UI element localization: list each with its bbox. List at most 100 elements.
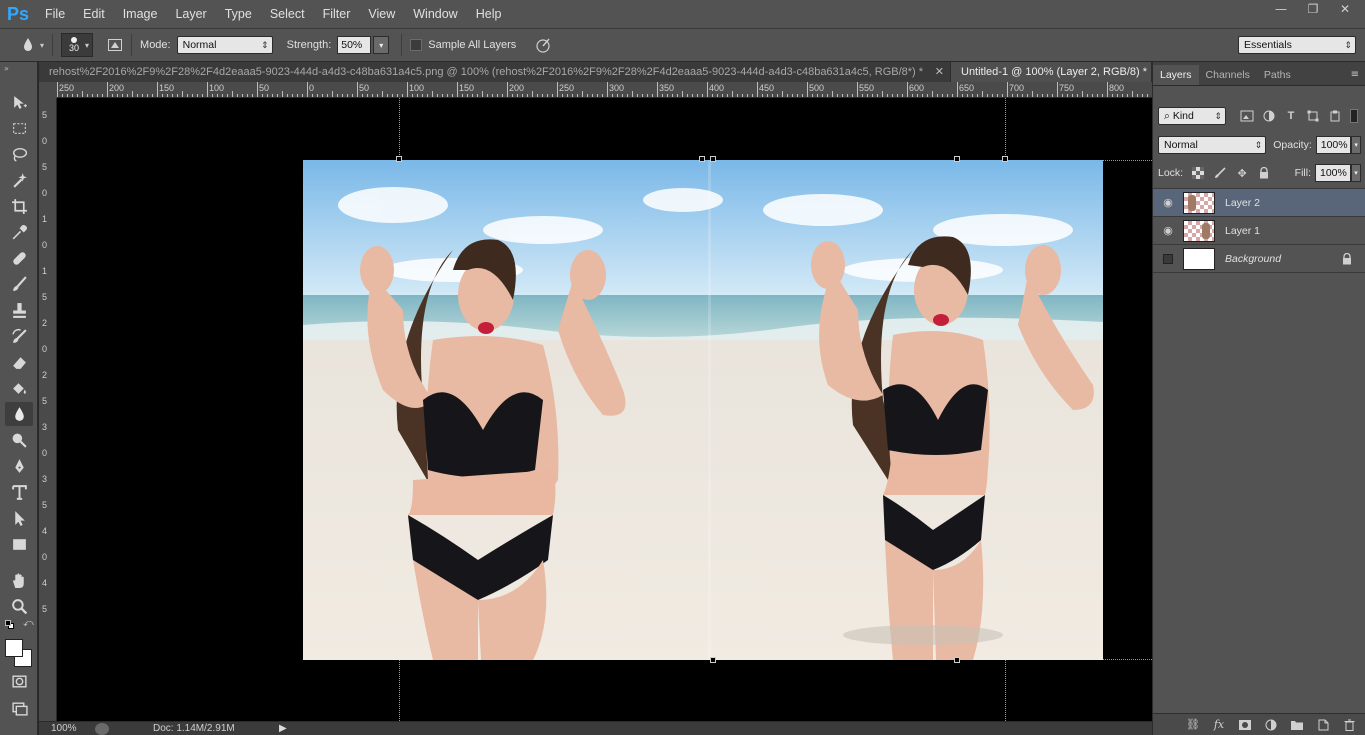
filter-smart-object-icon[interactable] bbox=[1324, 107, 1346, 125]
menu-image[interactable]: Image bbox=[114, 0, 167, 28]
opacity-input[interactable]: 100% bbox=[1315, 136, 1352, 154]
close-tab-icon[interactable]: ✕ bbox=[935, 62, 944, 82]
filter-type-icon[interactable]: T bbox=[1280, 107, 1302, 125]
layer-row-layer-2[interactable]: ◉ Layer 2 bbox=[1153, 189, 1365, 217]
sample-all-layers-checkbox[interactable] bbox=[410, 39, 423, 51]
status-options-icon[interactable] bbox=[95, 722, 109, 735]
lock-position-icon[interactable]: ✥ bbox=[1231, 164, 1253, 182]
layer-style-fx-icon[interactable]: fx bbox=[1208, 716, 1230, 734]
new-adjustment-layer-icon[interactable] bbox=[1260, 716, 1282, 734]
link-layers-icon[interactable]: ⛓ bbox=[1182, 716, 1204, 734]
strength-dropdown[interactable]: ▾ bbox=[373, 36, 390, 54]
menu-filter[interactable]: Filter bbox=[314, 0, 360, 28]
delete-layer-trash-icon[interactable] bbox=[1338, 716, 1360, 734]
beach-photo-layer[interactable] bbox=[303, 160, 1103, 660]
panel-menu-icon[interactable]: ≡ bbox=[1351, 69, 1359, 80]
opacity-dropdown[interactable]: ▾ bbox=[1351, 136, 1361, 154]
filter-kind-select[interactable]: ⌕ Kind bbox=[1158, 107, 1226, 125]
tab-channels[interactable]: Channels bbox=[1199, 65, 1257, 85]
transform-handle[interactable] bbox=[1002, 156, 1008, 162]
transform-handle[interactable] bbox=[710, 156, 716, 162]
crop-tool-icon[interactable] bbox=[5, 194, 33, 218]
fill-dropdown[interactable]: ▾ bbox=[1351, 164, 1361, 182]
swap-colors-icon[interactable]: ⤺ bbox=[23, 618, 34, 629]
new-group-folder-icon[interactable] bbox=[1286, 716, 1308, 734]
layer-row-layer-1[interactable]: ◉ Layer 1 bbox=[1153, 217, 1365, 245]
horizontal-ruler[interactable]: 250 200 150 100 50 0 50 100 150 200 250 300 350 400 45… bbox=[57, 82, 1152, 98]
filter-adjustment-icon[interactable] bbox=[1258, 107, 1280, 125]
healing-brush-tool-icon[interactable] bbox=[5, 246, 33, 270]
filter-shape-icon[interactable] bbox=[1302, 107, 1324, 125]
transform-handle[interactable] bbox=[710, 657, 716, 663]
filter-pixel-icon[interactable] bbox=[1236, 107, 1258, 125]
menu-file[interactable]: File bbox=[36, 0, 74, 28]
brush-panel-icon[interactable] bbox=[107, 37, 123, 53]
visibility-toggle-empty[interactable] bbox=[1163, 253, 1173, 264]
visibility-eye-icon[interactable]: ◉ bbox=[1153, 224, 1183, 237]
blur-tool-icon[interactable]: ▾ bbox=[20, 37, 44, 53]
menu-type[interactable]: Type bbox=[216, 0, 261, 28]
status-menu-arrow-icon[interactable]: ▶ bbox=[279, 723, 287, 734]
screen-mode-icon[interactable] bbox=[5, 696, 33, 720]
lock-image-icon[interactable] bbox=[1209, 164, 1231, 182]
close-button[interactable]: ✕ bbox=[1331, 0, 1359, 18]
transform-handle[interactable] bbox=[954, 657, 960, 663]
add-mask-icon[interactable] bbox=[1234, 716, 1256, 734]
menu-help[interactable]: Help bbox=[467, 0, 511, 28]
blend-mode-select[interactable]: Normal bbox=[1158, 136, 1267, 154]
menu-view[interactable]: View bbox=[359, 0, 404, 28]
vertical-ruler[interactable]: 5 0 5 0 1 0 1 5 2 0 2 5 3 0 3 5 4 0 4 5 bbox=[39, 98, 57, 721]
strength-input[interactable]: 50% bbox=[337, 36, 372, 54]
magic-wand-tool-icon[interactable] bbox=[5, 168, 33, 192]
default-colors-icon[interactable] bbox=[5, 620, 14, 629]
menu-window[interactable]: Window bbox=[404, 0, 466, 28]
zoom-level[interactable]: 100% bbox=[39, 723, 89, 734]
marquee-tool-icon[interactable] bbox=[5, 116, 33, 140]
foreground-color-swatch[interactable] bbox=[5, 639, 23, 657]
pressure-icon[interactable] bbox=[534, 36, 552, 54]
new-layer-icon[interactable] bbox=[1312, 716, 1334, 734]
tab-untitled-1[interactable]: Untitled-1 @ 100% (Layer 2, RGB/8) * ✕ bbox=[951, 62, 1152, 82]
menu-select[interactable]: Select bbox=[261, 0, 314, 28]
zoom-tool-icon[interactable] bbox=[5, 594, 33, 618]
blur-tool-icon[interactable] bbox=[5, 402, 33, 426]
paint-bucket-tool-icon[interactable] bbox=[5, 376, 33, 400]
minimize-button[interactable]: — bbox=[1267, 0, 1295, 18]
eyedropper-tool-icon[interactable] bbox=[5, 220, 33, 244]
toolbar-collapse-icon[interactable]: » bbox=[4, 64, 9, 73]
ruler-tick-mark bbox=[97, 94, 98, 97]
transform-handle[interactable] bbox=[699, 156, 705, 162]
path-selection-tool-icon[interactable] bbox=[5, 506, 33, 530]
fill-input[interactable]: 100% bbox=[1315, 164, 1351, 182]
menu-edit[interactable]: Edit bbox=[74, 0, 114, 28]
tab-layers[interactable]: Layers bbox=[1153, 65, 1199, 85]
quick-mask-icon[interactable] bbox=[5, 669, 33, 693]
filter-toggle[interactable] bbox=[1350, 109, 1358, 123]
restore-button[interactable]: ❐ bbox=[1299, 0, 1327, 18]
eraser-tool-icon[interactable] bbox=[5, 350, 33, 374]
workspace-select[interactable]: Essentials bbox=[1238, 36, 1356, 54]
layer-row-background[interactable]: Background bbox=[1153, 245, 1365, 273]
history-brush-tool-icon[interactable] bbox=[5, 324, 33, 348]
visibility-eye-icon[interactable]: ◉ bbox=[1153, 196, 1183, 209]
transform-handle[interactable] bbox=[396, 156, 402, 162]
rectangle-tool-icon[interactable] bbox=[5, 532, 33, 556]
hand-tool-icon[interactable] bbox=[5, 568, 33, 592]
brush-tool-icon[interactable] bbox=[5, 272, 33, 296]
clone-stamp-tool-icon[interactable] bbox=[5, 298, 33, 322]
menu-layer[interactable]: Layer bbox=[166, 0, 215, 28]
brush-size-picker[interactable]: 30 ▾ bbox=[61, 33, 94, 57]
ruler-origin[interactable] bbox=[39, 82, 57, 98]
lock-all-icon[interactable] bbox=[1253, 164, 1275, 182]
document-canvas[interactable] bbox=[57, 98, 1152, 721]
lock-transparent-icon[interactable] bbox=[1187, 164, 1209, 182]
pen-tool-icon[interactable] bbox=[5, 454, 33, 478]
tab-png-document[interactable]: rehost%2F2016%2F9%2F28%2F4d2eaaa5-9023-4… bbox=[39, 62, 951, 82]
type-tool-icon[interactable] bbox=[5, 480, 33, 504]
mode-select[interactable]: Normal bbox=[176, 36, 273, 54]
transform-handle[interactable] bbox=[954, 156, 960, 162]
move-tool-icon[interactable] bbox=[5, 90, 33, 114]
lasso-tool-icon[interactable] bbox=[5, 142, 33, 166]
dodge-tool-icon[interactable] bbox=[5, 428, 33, 452]
tab-paths[interactable]: Paths bbox=[1257, 65, 1298, 85]
